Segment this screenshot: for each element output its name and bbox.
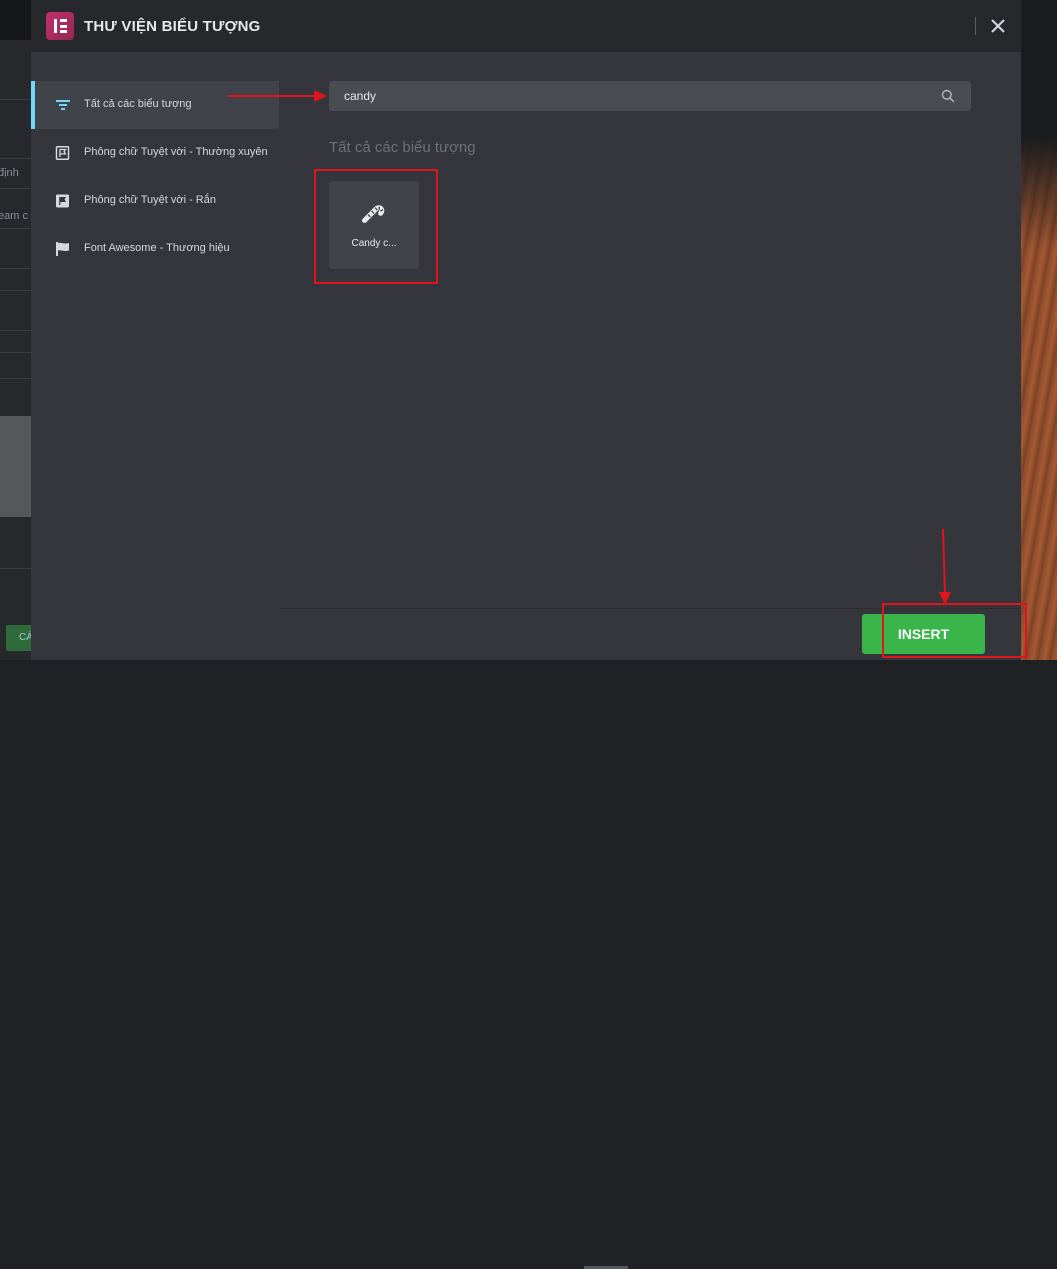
panel-divider [0,158,31,159]
icon-library-content: Tất cả các biểu tượng Candy c... [279,52,1021,608]
panel-save-button[interactable]: CÁ [6,625,31,651]
panel-divider [0,188,31,189]
modal-title: THƯ VIỆN BIỂU TƯỢNG [84,18,261,35]
sidebar-item-fa-regular[interactable]: Phông chữ Tuyệt vời - Thường xuyên [31,129,279,177]
sidebar-item-label: Tất cả các biểu tượng [84,98,192,110]
panel-divider [0,268,31,269]
search-icon[interactable] [941,89,955,103]
panel-label: eam c [0,210,28,222]
filter-lines-icon [55,98,71,112]
close-icon [987,16,1009,38]
sidebar-item-all-icons[interactable]: Tất cả các biểu tượng [31,81,279,129]
header-divider [975,17,976,35]
flag-regular-icon [55,146,71,160]
search-box [329,81,971,111]
editor-canvas-preview [1021,0,1057,660]
close-button[interactable] [987,16,1009,38]
results-section-title: Tất cả các biểu tượng [329,139,476,156]
panel-divider [0,330,31,331]
panel-divider [0,568,31,569]
panel-label: định [0,167,19,179]
canvas-shade [1021,0,1057,250]
panel-divider [0,352,31,353]
elementor-logo-icon [46,12,74,40]
icon-library-modal: THƯ VIỆN BIỂU TƯỢNG Tất cả các biểu tượn… [31,0,1021,660]
icon-library-sidebar: Tất cả các biểu tượng Phông chữ Tuyệt vờ… [31,52,279,660]
active-indicator [31,81,35,129]
sidebar-item-label: Phông chữ Tuyệt vời - Rắn [84,194,216,206]
panel-image-placeholder [0,416,31,517]
annotation-highlight-box [314,169,438,284]
search-input[interactable] [329,81,929,111]
sidebar-item-label: Phông chữ Tuyệt vời - Thường xuyên [84,146,268,158]
editor-left-panel: định eam c CÁ [0,0,31,660]
panel-divider [0,99,31,100]
flag-solid-icon [55,194,71,208]
annotation-highlight-box [882,603,1027,658]
sidebar-item-label: Font Awesome - Thương hiệu [84,242,230,254]
sidebar-item-fa-solid[interactable]: Phông chữ Tuyệt vời - Rắn [31,177,279,225]
panel-divider [0,378,31,379]
modal-header: THƯ VIỆN BIỂU TƯỢNG [31,0,1021,52]
panel-divider [0,290,31,291]
flag-brands-icon [55,242,71,256]
panel-divider [0,228,31,229]
sidebar-item-fa-brands[interactable]: Font Awesome - Thương hiệu [31,225,279,273]
editor-topbar [0,0,31,40]
